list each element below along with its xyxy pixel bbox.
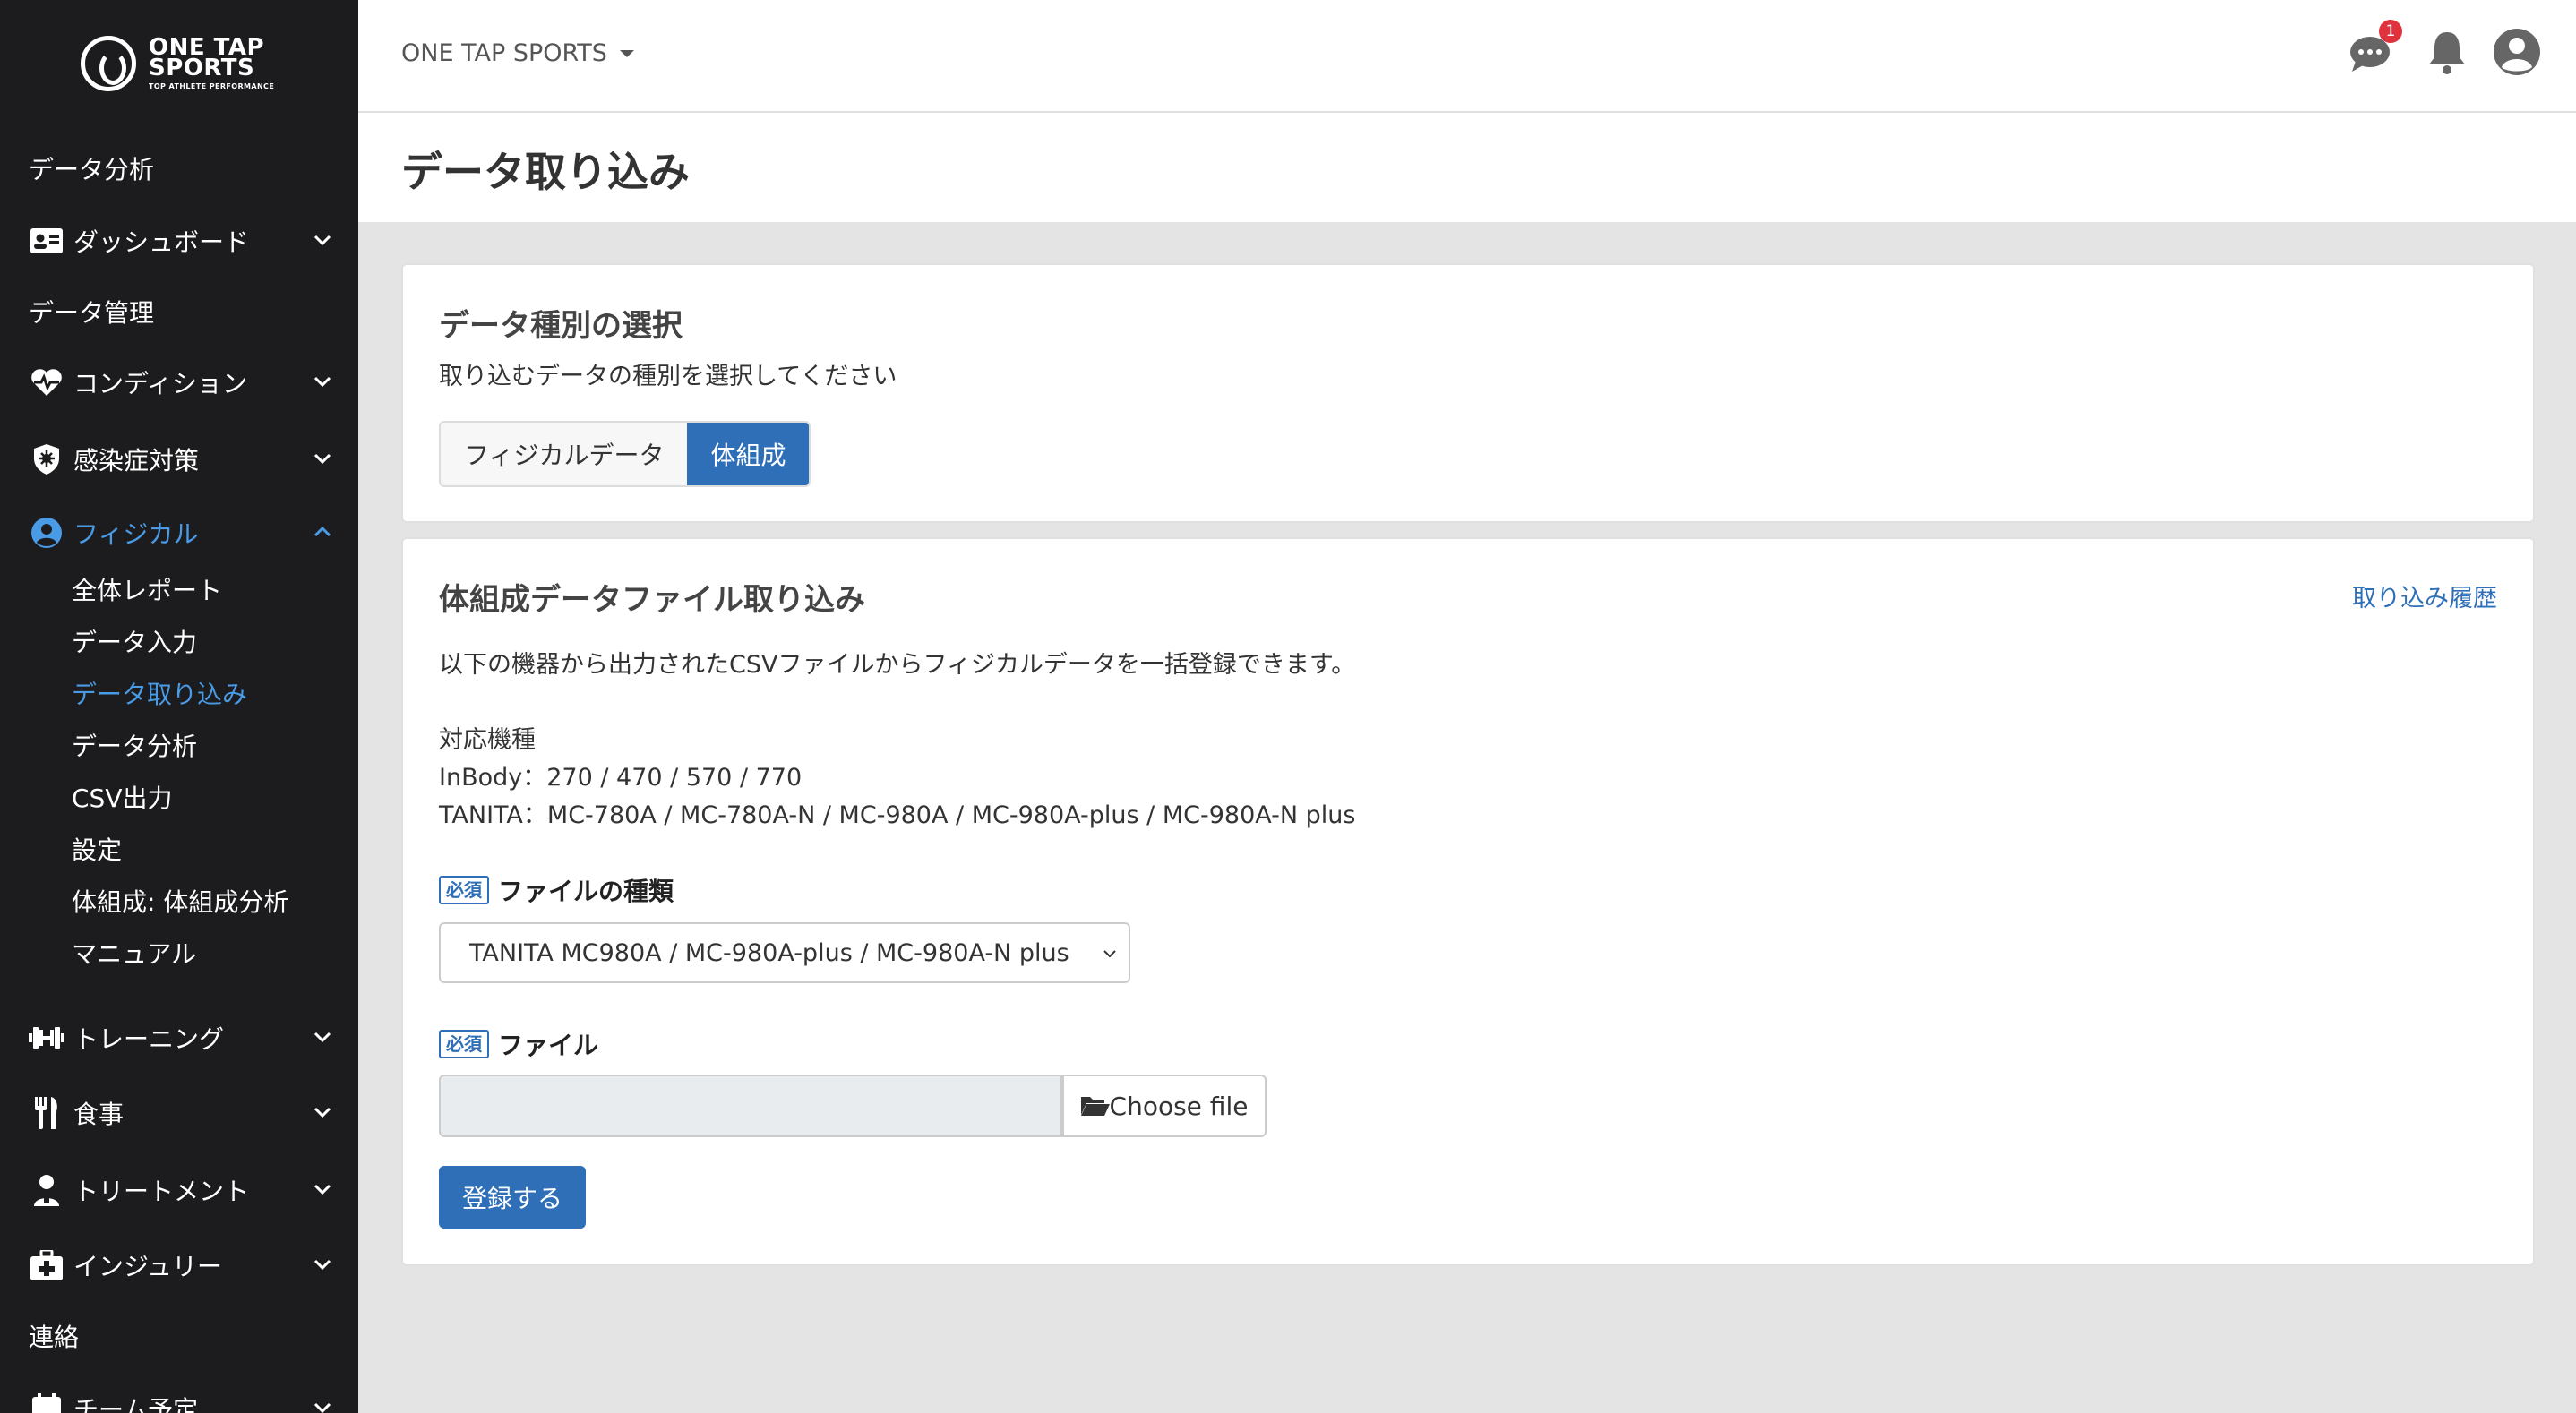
sub-item-settings[interactable]: 設定 (72, 831, 122, 867)
register-button[interactable]: 登録する (439, 1166, 586, 1229)
user-doctor-icon (29, 1172, 64, 1208)
file-type-label-text: ファイルの種類 (498, 877, 674, 906)
id-card-icon (29, 223, 64, 259)
sidebar-item-label: 食事 (73, 1100, 125, 1129)
folder-open-icon (1080, 1097, 1110, 1116)
utensils-icon (29, 1095, 64, 1131)
file-type-select[interactable]: TANITA MC980A / MC-980A-plus / MC-980A-N… (439, 922, 1130, 983)
sidebar-item-label: 感染症対策 (73, 446, 200, 475)
data-type-title: データ種別の選択 (439, 308, 683, 344)
sub-item-body-composition[interactable]: 体組成: 体組成分析 (72, 883, 288, 919)
sidebar-item-condition[interactable]: コンディション (29, 360, 333, 405)
chat-badge: 1 (2379, 20, 2402, 43)
user-menu-button[interactable] (2492, 27, 2542, 77)
sub-item-data-entry[interactable]: データ入力 (72, 623, 197, 659)
sidebar-item-dashboard[interactable]: ダッシュボード (29, 218, 333, 263)
file-type-label: 必須 ファイルの種類 (439, 872, 674, 908)
sidebar-item-training[interactable]: トレーニング (29, 1015, 333, 1060)
required-tag: 必須 (439, 876, 489, 904)
sidebar-item-label: トリートメント (73, 1177, 250, 1206)
option-body-composition[interactable]: 体組成 (687, 423, 810, 485)
section-data-management: データ管理 (29, 298, 155, 328)
file-label: 必須 ファイル (439, 1026, 598, 1062)
bell-icon (2429, 32, 2465, 74)
sidebar-item-injury[interactable]: インジュリー (29, 1243, 333, 1288)
chevron-up-icon (313, 526, 331, 537)
team-name: ONE TAP SPORTS (401, 39, 607, 67)
sidebar-item-meal[interactable]: 食事 (29, 1091, 333, 1135)
file-path-input[interactable] (439, 1075, 1062, 1137)
caret-down-icon (619, 49, 634, 57)
supported-heading: 対応機種 (439, 726, 536, 754)
sidebar-item-treatment[interactable]: トリートメント (29, 1168, 333, 1212)
sub-item-data-import[interactable]: データ取り込み (72, 675, 247, 711)
virus-shield-icon (29, 441, 64, 477)
logo-mark-icon (81, 36, 136, 91)
user-avatar-icon (2494, 29, 2540, 75)
chevron-down-icon (313, 1107, 331, 1118)
option-physical-data[interactable]: フィジカルデータ (441, 423, 688, 485)
page-header: データ取り込み (358, 113, 2576, 222)
sidebar-item-label: チーム予定 (73, 1395, 199, 1413)
sidebar-item-label: フィジカル (73, 519, 199, 549)
choose-file-button[interactable]: Choose file (1062, 1075, 1267, 1137)
chevron-down-icon (313, 1259, 331, 1271)
team-selector[interactable]: ONE TAP SPORTS (401, 39, 634, 67)
supported-tanita: TANITA：MC-780A / MC-780A-N / MC-980A / M… (439, 801, 1356, 829)
chevron-down-icon (313, 1402, 331, 1413)
sidebar-item-physical[interactable]: フィジカル (29, 510, 333, 555)
logo-line2: SPORTS (149, 55, 255, 81)
import-history-link[interactable]: 取り込み履歴 (2352, 578, 2497, 613)
section-data-analysis: データ分析 (29, 155, 155, 184)
dumbbell-icon (29, 1020, 64, 1056)
supported-inbody: InBody：270 / 470 / 570 / 770 (439, 764, 803, 792)
top-header: ONE TAP SPORTS 1 (358, 0, 2576, 113)
data-type-toggle: フィジカルデータ 体組成 (439, 421, 811, 487)
import-card: 体組成データファイル取り込み 取り込み履歴 以下の機器から出力されたCSVファイ… (401, 537, 2535, 1266)
chevron-down-icon (313, 453, 331, 465)
sidebar-item-label: コンディション (73, 369, 248, 398)
brand-logo[interactable]: ONE TAP SPORTS TOP ATHLETE PERFORMANCE (81, 36, 279, 98)
chevron-down-icon (313, 235, 331, 246)
page-title: データ取り込み (401, 148, 690, 196)
sub-item-manual[interactable]: マニュアル (72, 935, 196, 971)
sub-item-csv-export[interactable]: CSV出力 (72, 779, 172, 815)
sidebar-item-label: ダッシュボード (73, 227, 250, 257)
import-title: 体組成データファイル取り込み (439, 582, 865, 618)
medical-kit-icon (29, 1247, 64, 1283)
logo-tagline: TOP ATHLETE PERFORMANCE (149, 82, 275, 90)
choose-file-label: Choose file (1109, 1091, 1249, 1121)
sidebar: ONE TAP SPORTS TOP ATHLETE PERFORMANCE デ… (0, 0, 358, 1413)
file-label-text: ファイル (498, 1031, 599, 1060)
chevron-down-icon (313, 376, 331, 388)
data-type-description: 取り込むデータの種別を選択してください (439, 363, 897, 390)
calendar-icon (29, 1391, 64, 1413)
sub-item-overall-report[interactable]: 全体レポート (72, 571, 222, 607)
heartbeat-icon (29, 364, 64, 400)
chevron-down-icon (313, 1032, 331, 1043)
sidebar-item-infection[interactable]: 感染症対策 (29, 437, 333, 482)
chat-button[interactable]: 1 (2348, 20, 2402, 77)
sidebar-item-label: トレーニング (73, 1024, 225, 1054)
chevron-down-icon (1103, 950, 1116, 958)
sidebar-item-schedule[interactable]: チーム予定 (29, 1386, 333, 1413)
file-type-value: TANITA MC980A / MC-980A-plus / MC-980A-N… (469, 938, 1069, 967)
sidebar-item-label: インジュリー (73, 1252, 223, 1281)
notifications-button[interactable] (2422, 27, 2472, 77)
user-circle-icon (29, 515, 64, 551)
data-type-card: データ種別の選択 取り込むデータの種別を選択してください フィジカルデータ 体組… (401, 263, 2535, 523)
section-contact: 連絡 (29, 1323, 80, 1352)
import-description: 以下の機器から出力されたCSVファイルからフィジカルデータを一括登録できます。 (439, 651, 1356, 679)
sub-item-data-analysis[interactable]: データ分析 (72, 727, 197, 763)
required-tag: 必須 (439, 1030, 489, 1058)
chevron-down-icon (313, 1184, 331, 1195)
